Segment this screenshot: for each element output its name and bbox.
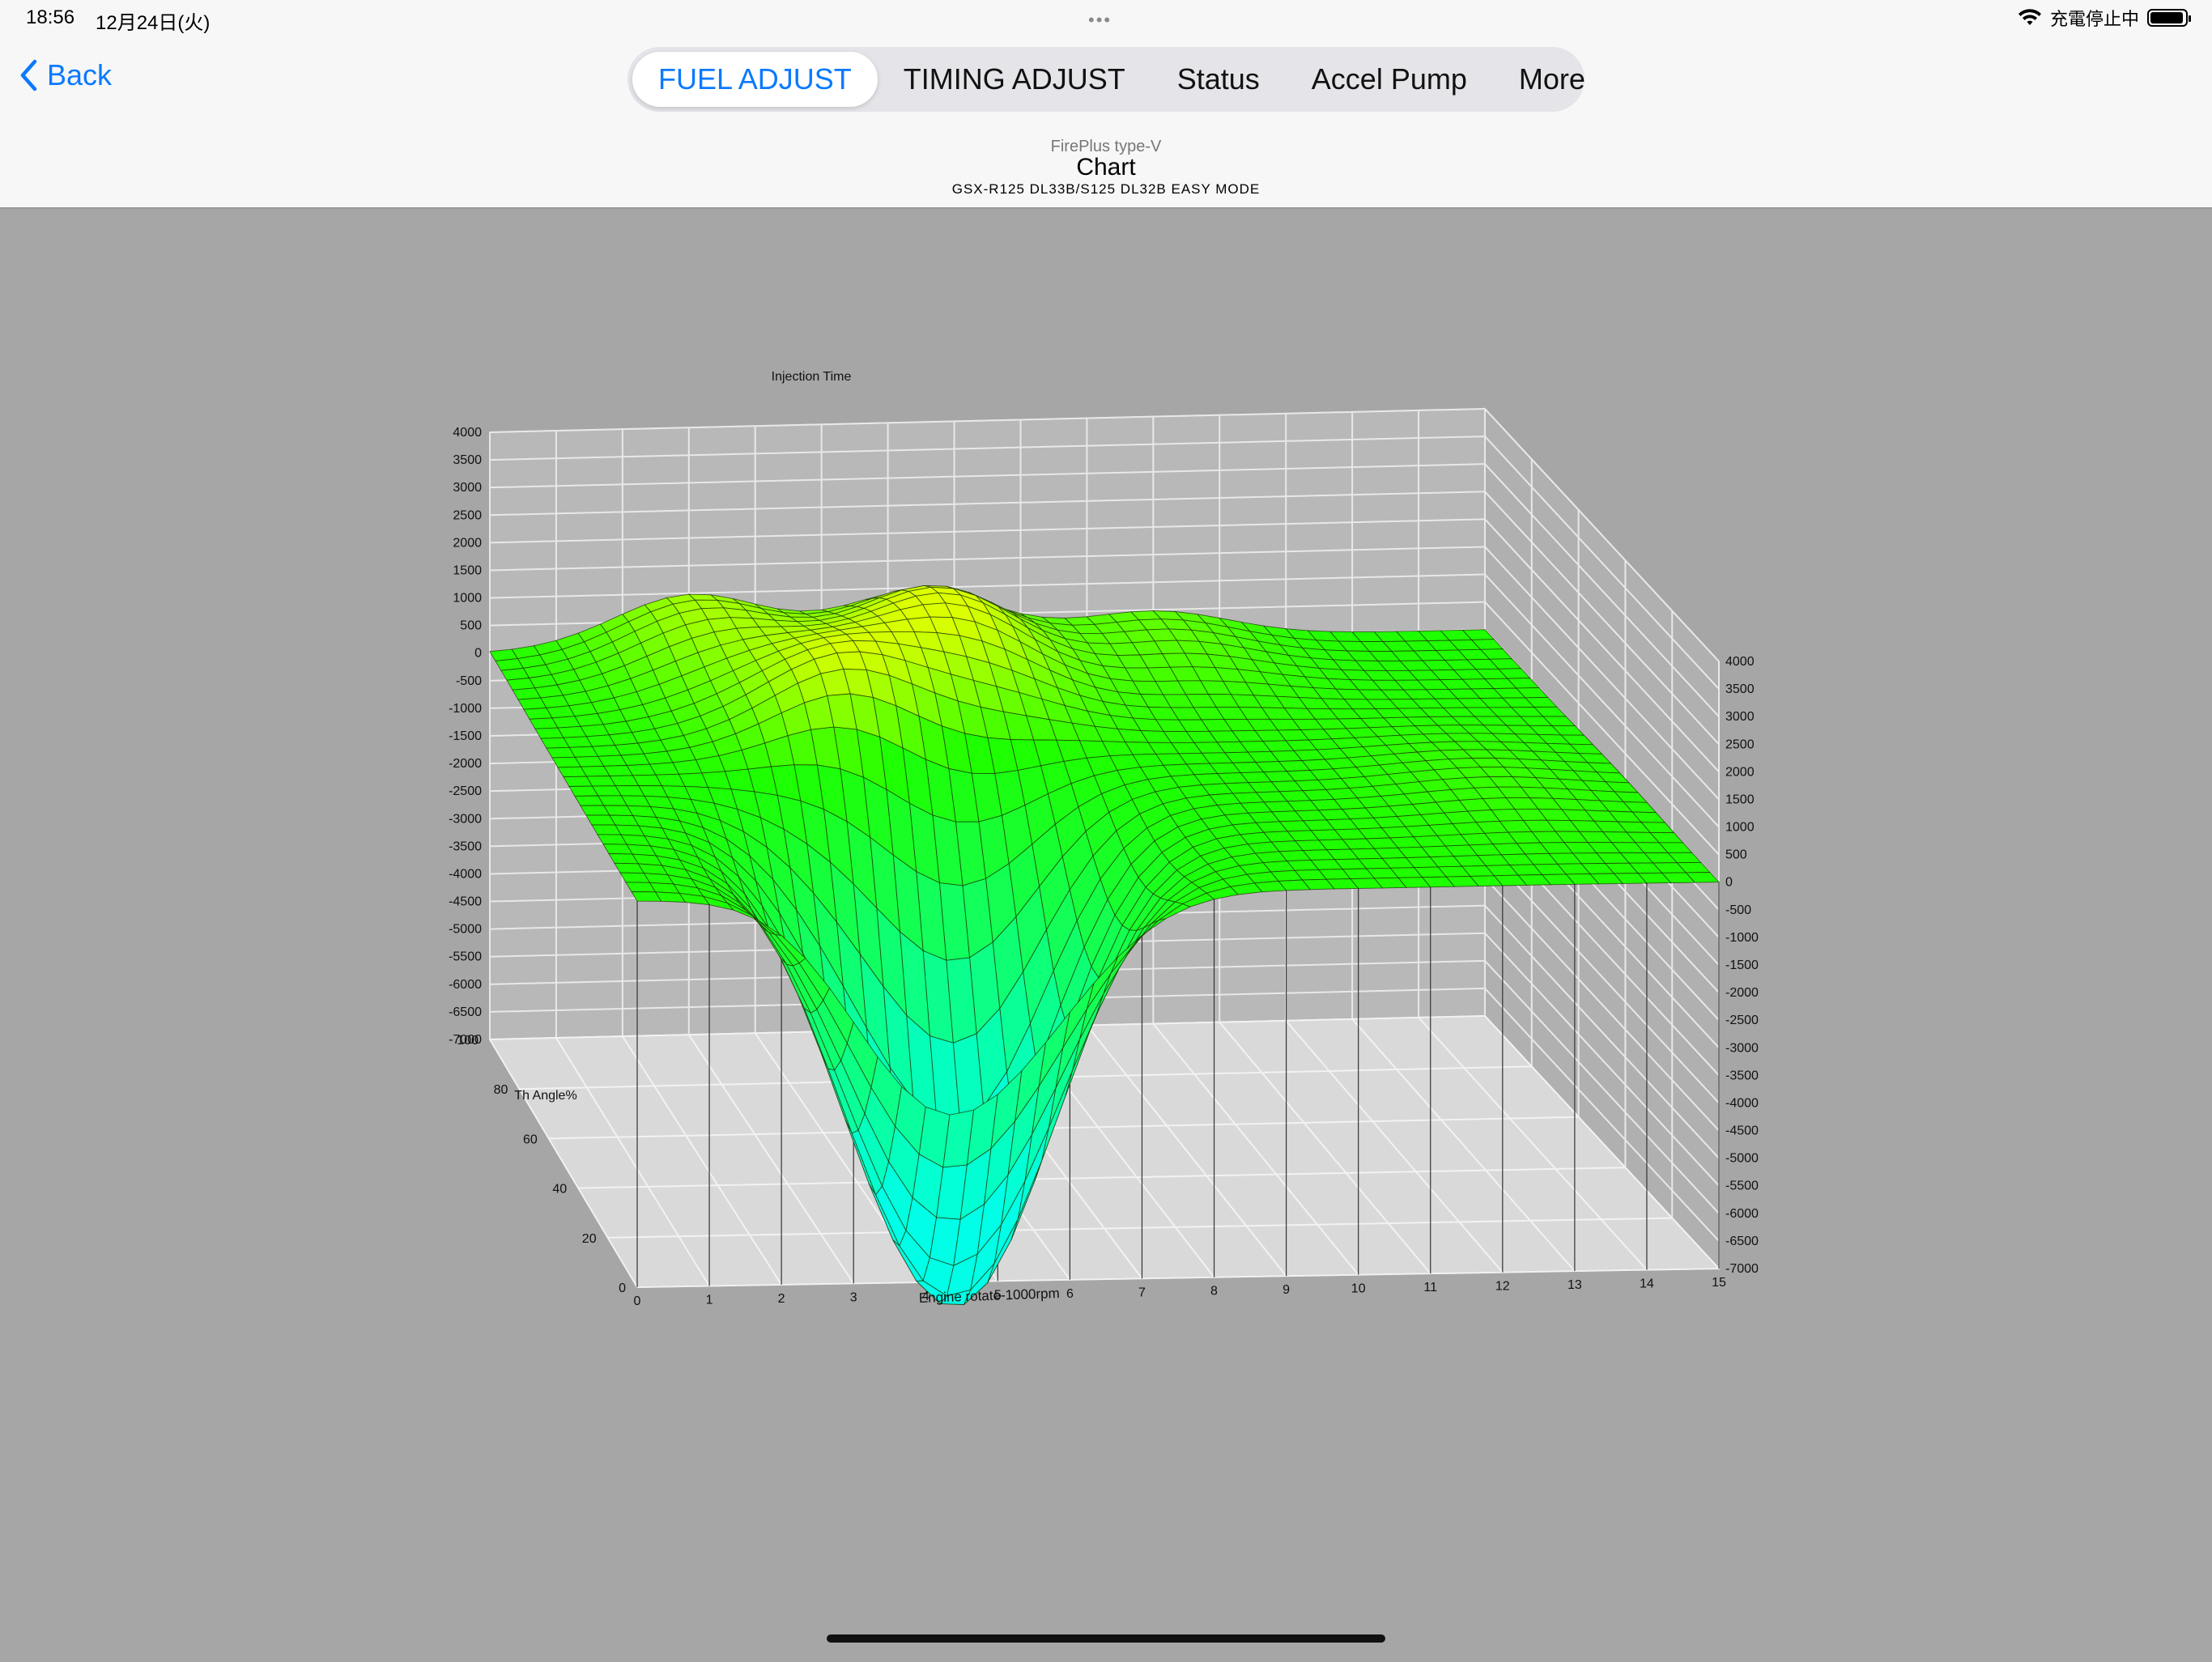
z-tick-label-left: 0 bbox=[474, 647, 482, 661]
model-label: GSX-R125 DL33B/S125 DL32B EASY MODE bbox=[951, 181, 1261, 197]
x-tick-label: 0 bbox=[634, 1294, 641, 1308]
z-tick-label-right: -5000 bbox=[1725, 1152, 1759, 1166]
z-tick-label-right: 500 bbox=[1725, 848, 1747, 862]
z-tick-label-left: 3500 bbox=[453, 453, 482, 467]
z-tick-label-left: -5000 bbox=[449, 923, 482, 937]
z-tick-label-left: -500 bbox=[456, 674, 482, 688]
z-tick-label-left: -6000 bbox=[449, 978, 482, 992]
y-tick-label: 100 bbox=[457, 1034, 479, 1048]
z-tick-label-left: -6500 bbox=[449, 1005, 482, 1019]
z-tick-label-left: 4000 bbox=[453, 426, 482, 440]
z-tick-label-left: -5500 bbox=[449, 950, 482, 964]
z-tick-label-right: -1000 bbox=[1725, 931, 1759, 945]
x-tick-label: 10 bbox=[1351, 1282, 1366, 1296]
x-tick-label: 7 bbox=[1138, 1286, 1146, 1299]
z-tick-label-right: -4500 bbox=[1725, 1124, 1759, 1138]
z-tick-label-left: -2000 bbox=[449, 757, 482, 771]
header: 18:56 12月24日(火) ••• 充電停止中 Back FUEL ADJU… bbox=[0, 0, 2212, 209]
x-tick-label: 11 bbox=[1423, 1281, 1437, 1294]
z-tick-label-right: -5500 bbox=[1725, 1180, 1759, 1193]
battery-icon bbox=[2147, 9, 2191, 27]
x-tick-label: 13 bbox=[1568, 1278, 1582, 1292]
x-tick-label: 1 bbox=[706, 1294, 713, 1307]
z-tick-label-left: 2000 bbox=[453, 536, 482, 550]
status-date: 12月24日(火) bbox=[96, 12, 211, 34]
z-tick-label-left: 500 bbox=[460, 619, 482, 633]
z-tick-label-right: 1500 bbox=[1725, 793, 1755, 807]
y-tick-label: 0 bbox=[619, 1282, 626, 1295]
z-tick-label-left: -1500 bbox=[449, 729, 482, 743]
tab-timing-adjust[interactable]: TIMING ADJUST bbox=[878, 52, 1151, 107]
z-tick-label-left: -1000 bbox=[449, 702, 482, 716]
page-title: Chart bbox=[1076, 154, 1136, 181]
z-tick-label-right: -6500 bbox=[1725, 1235, 1759, 1248]
home-indicator[interactable] bbox=[827, 1634, 1385, 1643]
z-tick-label-left: 1500 bbox=[453, 564, 482, 578]
z-tick-label-right: -1500 bbox=[1725, 959, 1759, 972]
charging-status: 充電停止中 bbox=[2049, 9, 2139, 29]
chart-area[interactable]: 4000 3500 3000 2500 2000 1500 1000 500 0 -500 -100… bbox=[0, 209, 2212, 1658]
z-tick-label-right: 2500 bbox=[1725, 737, 1755, 751]
z-tick-label-left: 2500 bbox=[453, 508, 482, 522]
tab-accel-pump[interactable]: Accel Pump bbox=[1286, 52, 1493, 107]
z-tick-label-right: -4000 bbox=[1725, 1097, 1759, 1111]
x-tick-label: 3 bbox=[850, 1290, 857, 1304]
status-right: 充電停止中 bbox=[2018, 5, 2191, 31]
z-tick-label-right: 3000 bbox=[1725, 710, 1755, 724]
tab-fuel-adjust[interactable]: FUEL ADJUST bbox=[632, 52, 878, 107]
tab-more[interactable]: More bbox=[1493, 52, 1611, 107]
z-tick-label-right: 2000 bbox=[1725, 765, 1755, 779]
back-button[interactable]: Back bbox=[18, 58, 112, 92]
x-tick-label: 9 bbox=[1283, 1283, 1290, 1297]
z-tick-label-left: -4500 bbox=[449, 895, 482, 909]
x-tick-label: 6 bbox=[1066, 1287, 1074, 1301]
y-tick-label: 60 bbox=[523, 1133, 538, 1146]
z-tick-label-right: 3500 bbox=[1725, 682, 1755, 696]
z-tick-label-right: -6000 bbox=[1725, 1207, 1759, 1221]
tab-bar: FUEL ADJUST TIMING ADJUST Status Accel P… bbox=[627, 47, 1585, 112]
z-tick-label-right: 1000 bbox=[1725, 821, 1755, 835]
z-tick-label-right: -2000 bbox=[1725, 986, 1759, 1000]
tab-status[interactable]: Status bbox=[1151, 52, 1286, 107]
y-tick-label: 80 bbox=[494, 1083, 508, 1097]
z-tick-label-right: -3000 bbox=[1725, 1041, 1759, 1055]
z-tick-label-left: 3000 bbox=[453, 481, 482, 495]
z-tick-label-right: -7000 bbox=[1725, 1262, 1759, 1276]
surface-chart[interactable]: 40003500300025002000150010005000-500-100… bbox=[0, 209, 2212, 1658]
chevron-left-icon bbox=[20, 59, 37, 91]
z-tick-label-left: 1000 bbox=[453, 592, 482, 606]
x-tick-label: 8 bbox=[1210, 1285, 1218, 1299]
z-tick-label-left: -4000 bbox=[449, 868, 482, 882]
z-tick-label-left: -3000 bbox=[449, 812, 482, 826]
x-tick-label: 15 bbox=[1712, 1276, 1726, 1290]
z-tick-label-right: -2500 bbox=[1725, 1014, 1759, 1027]
wifi-icon bbox=[2018, 9, 2041, 25]
z-tick-label-right: 0 bbox=[1725, 876, 1733, 890]
multitasking-dots[interactable]: ••• bbox=[1088, 10, 1112, 31]
x-tick-label: 12 bbox=[1495, 1280, 1510, 1294]
y-tick-label: 40 bbox=[552, 1183, 567, 1197]
status-time: 18:56 bbox=[26, 6, 75, 28]
y-tick-label: 20 bbox=[582, 1232, 597, 1246]
x-tick-label: 14 bbox=[1640, 1277, 1654, 1291]
z-tick-label-right: -3500 bbox=[1725, 1069, 1759, 1082]
x-tick-label: 2 bbox=[778, 1292, 785, 1306]
chart-title: Injection Time bbox=[772, 370, 852, 384]
z-tick-label-right: 4000 bbox=[1725, 655, 1755, 669]
z-tick-label-left: -2500 bbox=[449, 784, 482, 798]
z-tick-label-left: -3500 bbox=[449, 840, 482, 853]
back-label: Back bbox=[47, 58, 113, 91]
y-axis-label: Th Angle% bbox=[514, 1089, 576, 1103]
z-tick-label-right: -500 bbox=[1725, 903, 1751, 917]
